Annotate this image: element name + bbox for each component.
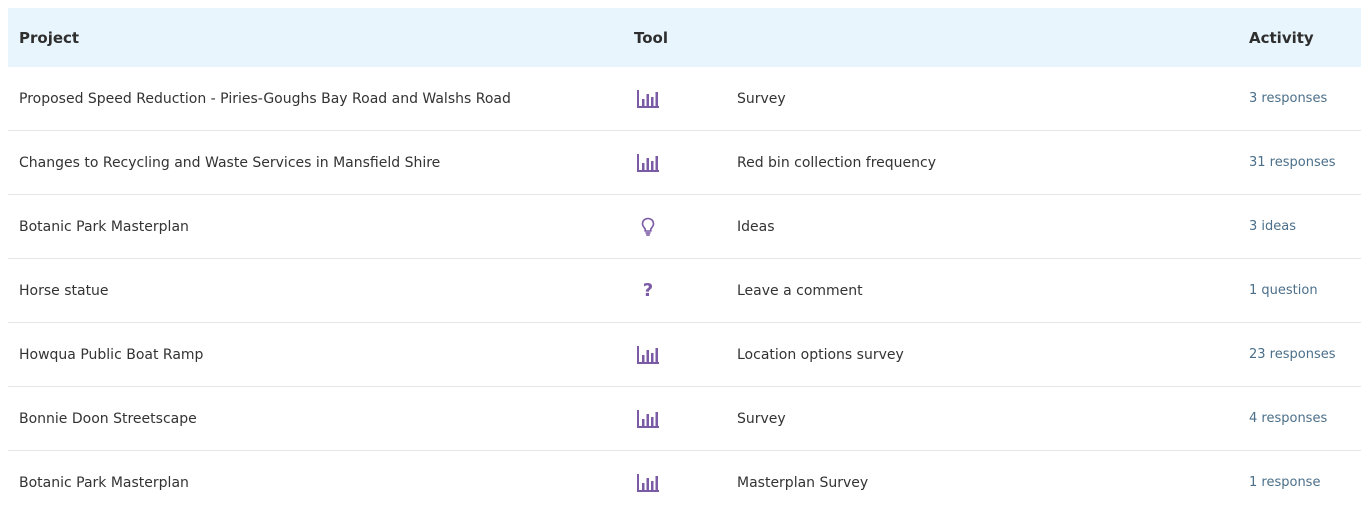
activity-link[interactable]: 1 question (1249, 283, 1318, 298)
table-row: Horse statue ? Leave a comment 1 questio… (8, 259, 1361, 323)
lightbulb-icon (634, 217, 662, 237)
activity-table: Project Tool Activity Proposed Speed Red… (8, 8, 1361, 514)
activity-link[interactable]: 23 responses (1249, 347, 1336, 362)
project-link[interactable]: Botanic Park Masterplan (19, 475, 189, 491)
question-mark-icon: ? (642, 279, 654, 301)
table-row: Howqua Public Boat Ramp Location options… (8, 323, 1361, 387)
project-link[interactable]: Horse statue (19, 283, 109, 299)
table-row: Botanic Park Masterplan Ideas 3 ideas (8, 195, 1361, 259)
project-link[interactable]: Botanic Park Masterplan (19, 219, 189, 235)
survey-bar-chart-icon (634, 153, 662, 172)
tool-name: Location options survey (737, 346, 904, 363)
tool-name: Survey (737, 90, 786, 107)
project-link[interactable]: Bonnie Doon Streetscape (19, 411, 197, 427)
table-row: Bonnie Doon Streetscape Survey 4 respons… (8, 387, 1361, 451)
header-tool[interactable]: Tool (634, 29, 668, 47)
project-link[interactable]: Changes to Recycling and Waste Services … (19, 155, 440, 171)
survey-bar-chart-icon (634, 89, 662, 108)
header-activity[interactable]: Activity (1249, 29, 1314, 47)
header-project[interactable]: Project (19, 29, 79, 47)
table-row: Proposed Speed Reduction - Piries-Goughs… (8, 67, 1361, 131)
table-row: Changes to Recycling and Waste Services … (8, 131, 1361, 195)
activity-link[interactable]: 3 ideas (1249, 219, 1296, 234)
activity-link[interactable]: 31 responses (1249, 155, 1336, 170)
tool-name: Survey (737, 410, 786, 427)
activity-link[interactable]: 3 responses (1249, 91, 1327, 106)
tool-name: Red bin collection frequency (737, 154, 936, 171)
survey-bar-chart-icon (634, 345, 662, 364)
tool-name: Leave a comment (737, 282, 863, 299)
survey-bar-chart-icon (634, 409, 662, 428)
activity-link[interactable]: 1 response (1249, 475, 1320, 490)
tool-name: Ideas (737, 218, 775, 235)
project-link[interactable]: Howqua Public Boat Ramp (19, 347, 203, 363)
table-row: Botanic Park Masterplan Masterplan Surve… (8, 451, 1361, 514)
table-header: Project Tool Activity (8, 8, 1361, 67)
tool-name: Masterplan Survey (737, 474, 869, 491)
survey-bar-chart-icon (634, 473, 662, 492)
project-link[interactable]: Proposed Speed Reduction - Piries-Goughs… (19, 91, 511, 107)
activity-link[interactable]: 4 responses (1249, 411, 1327, 426)
